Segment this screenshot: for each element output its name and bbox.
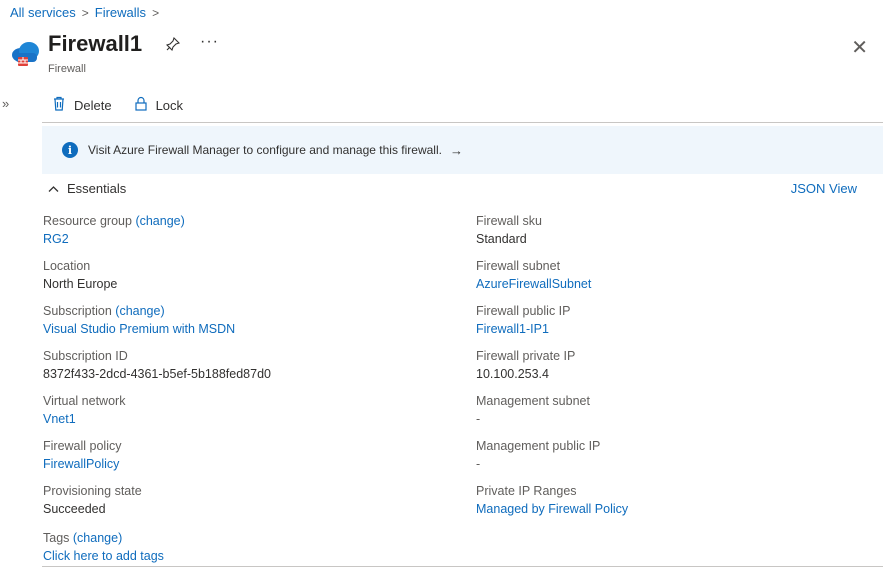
virtual-network-value[interactable]: Vnet1 xyxy=(43,410,271,428)
field-label: Subscription ID xyxy=(43,349,128,363)
info-banner[interactable]: i Visit Azure Firewall Manager to config… xyxy=(42,126,883,174)
field-label: Management subnet xyxy=(476,394,590,408)
json-view-link[interactable]: JSON View xyxy=(791,181,857,196)
firewall-subnet-field: Firewall subnet AzureFirewallSubnet xyxy=(476,257,628,302)
add-tags-link[interactable]: Click here to add tags xyxy=(43,547,164,565)
management-subnet-field: Management subnet - xyxy=(476,392,628,437)
delete-button[interactable]: Delete xyxy=(52,96,112,114)
field-label: Firewall sku xyxy=(476,214,542,228)
essentials-toggle[interactable]: Essentials xyxy=(48,181,126,196)
resource-group-value[interactable]: RG2 xyxy=(43,230,271,248)
more-options-icon[interactable]: ··· xyxy=(200,33,219,51)
field-label: Subscription xyxy=(43,304,112,318)
provisioning-state-field: Provisioning state Succeeded xyxy=(43,482,271,527)
chevron-up-icon xyxy=(48,181,59,196)
firewall-policy-field: Firewall policy FirewallPolicy xyxy=(43,437,271,482)
provisioning-state-value: Succeeded xyxy=(43,502,106,516)
resource-type: Firewall xyxy=(48,63,86,75)
essentials-title: Essentials xyxy=(67,181,127,196)
private-ip-ranges-field: Private IP Ranges Managed by Firewall Po… xyxy=(476,482,628,527)
divider xyxy=(42,566,883,567)
arrow-right-icon: → xyxy=(449,142,463,158)
field-label: Virtual network xyxy=(43,394,126,408)
firewall-private-ip-field: Firewall private IP 10.100.253.4 xyxy=(476,347,628,392)
change-subscription-link[interactable]: (change) xyxy=(115,304,164,318)
trash-icon xyxy=(52,96,66,114)
banner-text: Visit Azure Firewall Manager to configur… xyxy=(88,143,442,157)
field-label: Provisioning state xyxy=(43,484,142,498)
breadcrumb: All services > Firewalls > xyxy=(10,5,159,20)
management-subnet-value: - xyxy=(476,412,481,426)
field-label: Firewall public IP xyxy=(476,304,571,318)
breadcrumb-all-services[interactable]: All services xyxy=(10,5,76,20)
delete-label: Delete xyxy=(74,97,112,113)
tags-field: Tags (change) Click here to add tags xyxy=(43,529,164,565)
field-label: Resource group xyxy=(43,214,132,228)
firewall-subnet-value[interactable]: AzureFirewallSubnet xyxy=(476,275,628,293)
info-icon: i xyxy=(62,142,78,158)
divider xyxy=(42,122,883,123)
location-field: Location North Europe xyxy=(43,257,271,302)
field-label: Location xyxy=(43,259,91,273)
field-label: Firewall policy xyxy=(43,439,122,453)
page-title: Firewall1 xyxy=(48,31,143,56)
private-ip-ranges-value[interactable]: Managed by Firewall Policy xyxy=(476,500,628,518)
firewall-sku-value: Standard xyxy=(476,232,527,246)
change-tags-link[interactable]: (change) xyxy=(73,531,122,545)
lock-button[interactable]: Lock xyxy=(134,96,183,114)
breadcrumb-separator: > xyxy=(152,5,160,20)
toolbar: Delete Lock xyxy=(52,96,183,114)
pin-icon[interactable] xyxy=(165,36,181,55)
virtual-network-field: Virtual network Vnet1 xyxy=(43,392,271,437)
essentials-left-column: Resource group (change) RG2 Location Nor… xyxy=(43,212,271,527)
subscription-value[interactable]: Visual Studio Premium with MSDN xyxy=(43,320,271,338)
management-public-ip-value: - xyxy=(476,457,481,471)
change-resource-group-link[interactable]: (change) xyxy=(135,214,184,228)
close-icon[interactable]: ✕ xyxy=(851,35,868,60)
firewall-private-ip-value: 10.100.253.4 xyxy=(476,367,549,381)
resource-group-field: Resource group (change) RG2 xyxy=(43,212,271,257)
field-label: Firewall private IP xyxy=(476,349,576,363)
firewall-public-ip-value[interactable]: Firewall1-IP1 xyxy=(476,320,628,338)
firewall-cloud-icon xyxy=(12,42,39,66)
breadcrumb-separator: > xyxy=(81,5,89,20)
essentials-right-column: Firewall sku Standard Firewall subnet Az… xyxy=(476,212,628,527)
firewall-policy-value[interactable]: FirewallPolicy xyxy=(43,455,271,473)
breadcrumb-firewalls[interactable]: Firewalls xyxy=(95,5,146,20)
field-label: Firewall subnet xyxy=(476,259,561,273)
field-label: Management public IP xyxy=(476,439,601,453)
management-public-ip-field: Management public IP - xyxy=(476,437,628,482)
tags-label: Tags xyxy=(43,531,70,545)
subscription-id-value: 8372f433-2dcd-4361-b5ef-5b188fed87d0 xyxy=(43,367,271,381)
location-value: North Europe xyxy=(43,277,118,291)
lock-icon xyxy=(134,96,148,114)
subscription-id-field: Subscription ID 8372f433-2dcd-4361-b5ef-… xyxy=(43,347,271,392)
expand-menu-icon[interactable]: » xyxy=(2,96,9,111)
lock-label: Lock xyxy=(155,97,184,113)
field-label: Private IP Ranges xyxy=(476,484,577,498)
subscription-field: Subscription (change) Visual Studio Prem… xyxy=(43,302,271,347)
firewall-public-ip-field: Firewall public IP Firewall1-IP1 xyxy=(476,302,628,347)
firewall-sku-field: Firewall sku Standard xyxy=(476,212,628,257)
